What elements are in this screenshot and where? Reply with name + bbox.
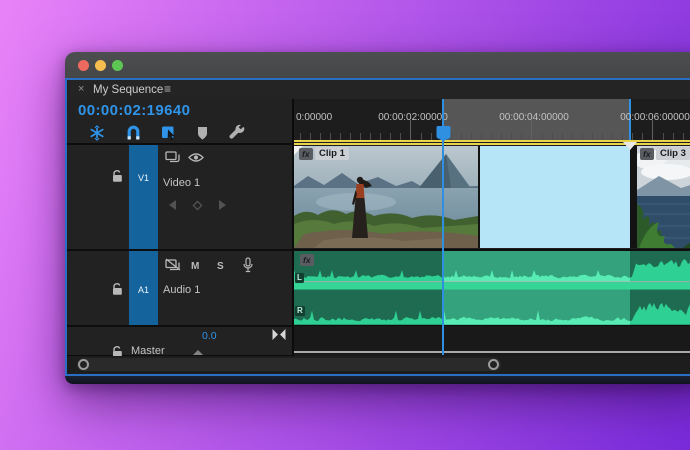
audio-track-lane[interactable]: fx L R: [294, 251, 690, 325]
fx-badge[interactable]: fx: [640, 147, 654, 160]
video-clip-2-selected[interactable]: [480, 145, 630, 248]
out-point-marker-icon[interactable]: [623, 142, 637, 150]
ruler-time-label: 00:00:04:00000: [499, 112, 569, 123]
horizontal-scrollbar-thumb[interactable]: [77, 357, 501, 371]
zoom-traffic-light[interactable]: [112, 60, 123, 71]
ruler-minor-tick: [612, 133, 614, 140]
ruler-minor-tick: [491, 133, 493, 140]
ruler-minor-tick: [349, 133, 351, 140]
add-marker-icon[interactable]: [196, 126, 209, 141]
ruler-minor-tick: [521, 133, 523, 140]
next-keyframe-icon[interactable]: [218, 200, 227, 210]
ruler-major-tick: [410, 120, 412, 140]
clip-3-thumbnail: [637, 145, 690, 248]
tab-close-icon[interactable]: ×: [78, 84, 84, 95]
ruler-major-tick: [652, 120, 654, 140]
clip-1-thumbnail: [294, 145, 478, 248]
audio-clip-waveform: [294, 251, 690, 325]
audio-track-lock-icon[interactable]: [111, 282, 124, 296]
ruler-minor-tick: [470, 133, 472, 140]
ruler-minor-tick: [299, 133, 301, 140]
ruler-minor-tick: [501, 133, 503, 140]
master-level-value[interactable]: 0.0: [202, 330, 217, 342]
ruler-minor-tick: [541, 133, 543, 140]
ruler-major-tick: [531, 120, 533, 140]
ruler-minor-tick: [339, 133, 341, 140]
ruler-time-label: 00:00:02:00000: [378, 112, 448, 123]
ruler-minor-tick: [581, 133, 583, 140]
video-track-lane[interactable]: fx Clip 1 fx Clip 3: [294, 145, 690, 248]
audio-track-target-label: A1: [137, 285, 149, 295]
clip-3-label: Clip 3: [656, 146, 690, 160]
keyframe-bowtie-icon[interactable]: [271, 328, 287, 341]
playhead-marker[interactable]: [435, 125, 452, 143]
timeline-settings-wrench-icon[interactable]: [228, 124, 246, 142]
ruler-minor-tick: [511, 133, 513, 140]
zoom-handle-left[interactable]: [78, 358, 89, 370]
ruler-minor-tick: [319, 133, 321, 140]
ruler-minor-tick: [662, 133, 664, 140]
ruler-minor-tick: [602, 133, 604, 140]
ruler-minor-tick: [420, 133, 422, 140]
ruler-minor-tick: [672, 133, 674, 140]
ruler-minor-tick: [481, 133, 483, 140]
ruler-minor-tick: [400, 133, 402, 140]
ruler-minor-tick: [632, 133, 634, 140]
ruler-minor-tick: [591, 133, 593, 140]
vertical-scrollbar-strip[interactable]: [294, 351, 690, 353]
desktop: × My Sequence ≡ 00:00:02:19640 V1 Video …: [0, 0, 690, 450]
audio-sync-lock-disabled-icon[interactable]: [165, 258, 181, 271]
window-bottom-edge: [65, 376, 690, 384]
toggle-track-output-eye-icon[interactable]: [188, 152, 204, 163]
ruler-minor-tick: [430, 133, 432, 140]
previous-keyframe-icon[interactable]: [168, 200, 177, 210]
video-sync-lock-icon[interactable]: [165, 151, 181, 163]
ruler-minor-tick: [390, 133, 392, 140]
snap-magnet-icon[interactable]: [126, 125, 141, 141]
solo-track-button[interactable]: S: [217, 261, 224, 272]
playhead-timecode[interactable]: 00:00:02:19640: [78, 102, 190, 119]
zoom-handle-right[interactable]: [488, 358, 499, 370]
minimize-traffic-light[interactable]: [95, 60, 106, 71]
audio-track-name[interactable]: Audio 1: [163, 284, 200, 296]
ruler-minor-tick: [360, 133, 362, 140]
time-ruler[interactable]: 0:00000 00:00:02:00000 00:00:04:00000 00:00…: [294, 99, 690, 140]
ruler-minor-tick: [682, 133, 684, 140]
ruler-minor-tick: [370, 133, 372, 140]
video-clip-3[interactable]: fx Clip 3: [637, 145, 690, 248]
ruler-minor-tick: [561, 133, 563, 140]
ruler-minor-tick: [329, 133, 331, 140]
ruler-minor-tick: [309, 133, 311, 140]
audio-track-target-a1[interactable]: A1: [129, 251, 158, 325]
close-traffic-light[interactable]: [78, 60, 89, 71]
ruler-time-label: 00:00:06:00000: [620, 112, 690, 123]
panel-menu-icon[interactable]: ≡: [164, 83, 171, 95]
add-keyframe-icon[interactable]: [192, 200, 203, 211]
ruler-minor-tick: [380, 133, 382, 140]
nest-toggle-icon[interactable]: [89, 125, 105, 141]
ruler-time-label: 0:00000: [296, 112, 333, 123]
video-track-lock-icon[interactable]: [111, 169, 124, 183]
video-clip-1[interactable]: fx Clip 1: [294, 145, 478, 248]
ruler-minor-tick: [642, 133, 644, 140]
video-track-target-label: V1: [137, 172, 149, 183]
video-track-name[interactable]: Video 1: [163, 177, 200, 189]
ruler-minor-tick: [571, 133, 573, 140]
video-track-target-v1[interactable]: V1: [129, 144, 158, 249]
clip-1-label: Clip 1: [315, 146, 349, 160]
ruler-minor-tick: [551, 133, 553, 140]
voiceover-record-mic-icon[interactable]: [242, 257, 254, 273]
fx-badge[interactable]: fx: [299, 147, 313, 160]
left-channel-label: L: [295, 273, 304, 283]
window-titlebar[interactable]: [65, 52, 690, 79]
linked-selection-icon[interactable]: [161, 125, 178, 141]
right-channel-label: R: [295, 306, 305, 316]
collapse-up-arrow-icon[interactable]: [193, 350, 203, 355]
ruler-minor-tick: [460, 133, 462, 140]
fx-badge[interactable]: fx: [300, 254, 314, 266]
ruler-minor-tick: [622, 133, 624, 140]
tab-sequence[interactable]: My Sequence: [93, 84, 163, 96]
mute-track-button[interactable]: M: [191, 261, 199, 272]
